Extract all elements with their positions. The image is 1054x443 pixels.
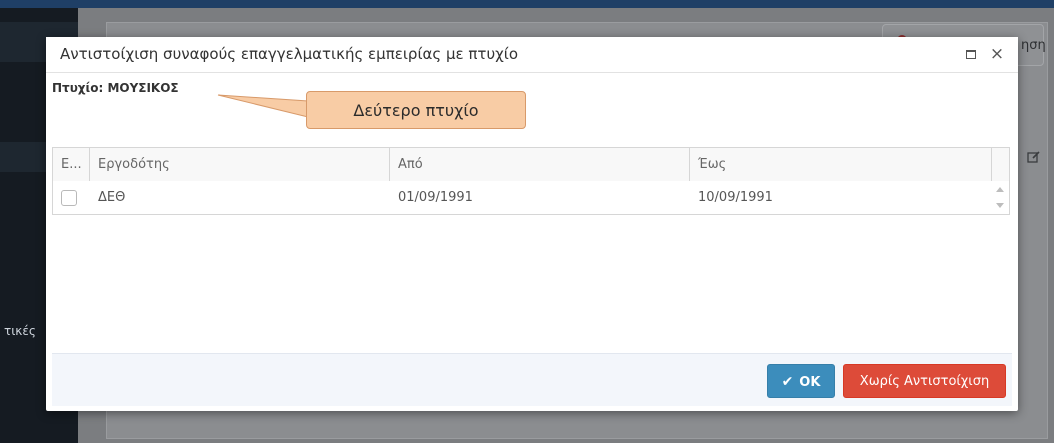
table-row[interactable]: ΔΕΘ 01/09/1991 10/09/1991 — [53, 181, 1009, 214]
employer-cell: ΔΕΘ — [98, 190, 126, 205]
column-header-to[interactable]: Έως — [690, 148, 992, 181]
column-header-spacer — [992, 148, 1009, 181]
background-search-text: ηση — [1021, 38, 1046, 53]
app-topbar — [0, 0, 1054, 8]
from-date-cell: 01/09/1991 — [398, 190, 473, 205]
row-checkbox[interactable] — [61, 190, 77, 206]
ok-button-label: OK — [799, 375, 821, 390]
edit-icon — [1027, 151, 1040, 163]
row-select-cell — [53, 181, 90, 214]
ok-button[interactable]: ✔ OK — [767, 364, 835, 398]
grid-scrollbar[interactable] — [994, 183, 1006, 213]
sidebar-item-label: τικές — [4, 324, 36, 338]
column-header-employer[interactable]: Εργοδότης — [90, 148, 390, 181]
to-date-cell: 10/09/1991 — [698, 190, 773, 205]
no-match-button[interactable]: Χωρίς Αντιστοίχιση — [843, 364, 1006, 398]
experience-grid: E... Εργοδότης Από Έως ΔΕΘ 01/09/1991 10… — [52, 147, 1010, 215]
match-experience-dialog: Αντιστοίχιση συναφούς επαγγελματικής εμπ… — [46, 37, 1018, 411]
callout-annotation: Δεύτερο πτυχίο — [306, 91, 526, 129]
callout-pointer — [217, 94, 309, 118]
dialog-footer: ✔ OK Χωρίς Αντιστοίχιση — [52, 353, 1012, 406]
scroll-up-icon[interactable] — [996, 187, 1004, 192]
scroll-down-icon[interactable] — [996, 203, 1004, 208]
check-icon: ✔ — [781, 374, 794, 390]
grid-header: E... Εργοδότης Από Έως — [53, 148, 1009, 182]
column-header-select[interactable]: E... — [53, 148, 90, 181]
column-header-from[interactable]: Από — [390, 148, 690, 181]
